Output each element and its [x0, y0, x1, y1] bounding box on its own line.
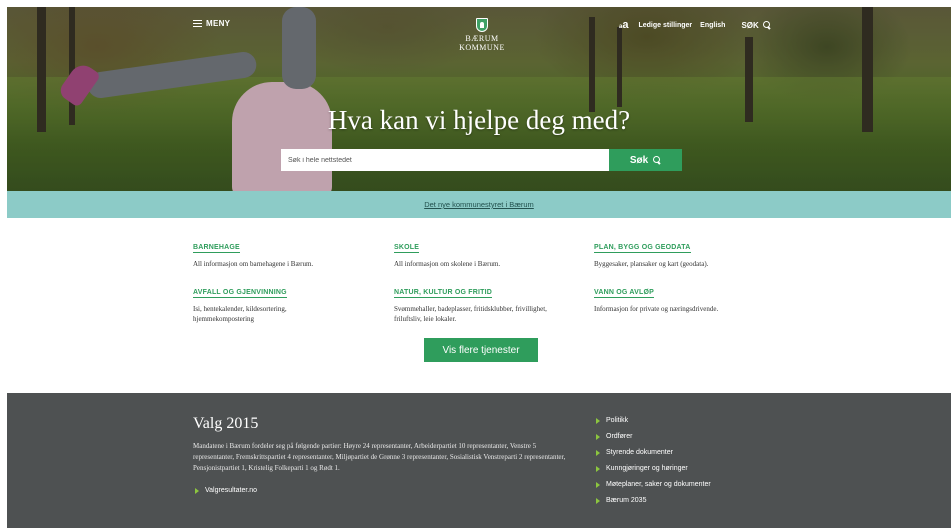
- footer-body-text: Mandatene i Bærum fordeler seg på følgen…: [193, 442, 566, 472]
- baerum-logo[interactable]: BÆRUM KOMMUNE: [452, 18, 512, 52]
- footer-link-styrende-dokumenter[interactable]: Styrende dokumenter: [596, 449, 673, 456]
- arrow-right-icon: [596, 465, 600, 472]
- footer-link-politikk[interactable]: Politikk: [596, 417, 628, 424]
- more-services-button[interactable]: Vis flere tjenester: [424, 338, 538, 362]
- footer-title: Valg 2015: [193, 415, 259, 432]
- service-link-avfall[interactable]: AVFALL OG GJENVINNING: [193, 289, 287, 298]
- footer-link-ordforer[interactable]: Ordfører: [596, 433, 632, 440]
- font-size-toggle[interactable]: aa: [619, 19, 628, 31]
- service-desc: Isi, hentekalender, kildesortering, hjem…: [193, 305, 287, 323]
- service-item: PLAN, BYGG OG GEODATA Byggesaker, plansa…: [594, 236, 764, 269]
- service-desc: All informasjon om barnehagene i Bærum.: [193, 260, 314, 268]
- service-item: AVFALL OG GJENVINNING Isi, hentekalender…: [193, 281, 343, 324]
- valgresultater-link[interactable]: Valgresultater.no: [195, 487, 257, 494]
- service-item: NATUR, KULTUR OG FRITID Svømmehaller, ba…: [394, 281, 554, 324]
- arrow-right-icon: [596, 433, 600, 440]
- hero-headline: Hva kan vi hjelpe deg med?: [327, 105, 631, 135]
- header-search-label: SØK: [741, 20, 759, 30]
- arrow-right-icon: [195, 487, 199, 494]
- hamburger-icon: [193, 20, 202, 27]
- logo-text-line2: KOMMUNE: [459, 43, 505, 52]
- nav-english[interactable]: English: [700, 22, 725, 29]
- search-button-label: Søk: [629, 154, 649, 166]
- footer-link-label: Kunngjøringer og høringer: [606, 465, 688, 472]
- footer-link-label: Politikk: [606, 417, 629, 424]
- arrow-right-icon: [596, 417, 600, 424]
- utility-nav: aa Ledige stillinger English SØK: [619, 19, 771, 31]
- logo-text-line1: BÆRUM: [465, 34, 499, 43]
- search-icon: [762, 21, 771, 29]
- service-item: VANN OG AVLØP Informasjon for private og…: [594, 281, 764, 314]
- valgresultater-label: Valgresultater.no: [205, 487, 258, 494]
- service-item: SKOLE All informasjon om skolene i Bærum…: [394, 236, 564, 269]
- service-link-vann-avlop[interactable]: VANN OG AVLØP: [594, 289, 655, 298]
- service-link-skole[interactable]: SKOLE: [394, 244, 420, 253]
- footer-link-baerum-2035[interactable]: Bærum 2035: [596, 497, 646, 504]
- service-desc: Byggesaker, plansaker og kart (geodata).: [594, 260, 709, 268]
- service-desc: Informasjon for private og næringsdriven…: [594, 305, 719, 313]
- service-desc: Svømmehaller, badeplasser, fritidsklubbe…: [394, 305, 547, 323]
- service-link-plan-bygg[interactable]: PLAN, BYGG OG GEODATA: [594, 244, 691, 253]
- footer-link-moteplaner[interactable]: Møteplaner, saker og dokumenter: [596, 481, 711, 488]
- footer-link-label: Bærum 2035: [606, 497, 647, 504]
- coat-of-arms-icon: [476, 18, 488, 32]
- announcement-banner: Det nye kommunestyret i Bærum: [7, 191, 951, 218]
- footer-link-label: Styrende dokumenter: [606, 449, 673, 456]
- service-link-natur-kultur[interactable]: NATUR, KULTUR OG FRITID: [394, 289, 493, 298]
- arrow-right-icon: [596, 497, 600, 504]
- arrow-right-icon: [596, 449, 600, 456]
- footer-link-label: Ordfører: [606, 433, 633, 440]
- service-desc: All informasjon om skolene i Bærum.: [394, 260, 501, 268]
- arrow-right-icon: [596, 481, 600, 488]
- search-submit-button[interactable]: Søk: [609, 149, 682, 171]
- footer-section: Valg 2015 Mandatene i Bærum fordeler seg…: [7, 393, 951, 528]
- menu-button[interactable]: MENY: [193, 19, 230, 28]
- service-item: BARNEHAGE All informasjon om barnehagene…: [193, 236, 363, 269]
- banner-link[interactable]: Det nye kommunestyret i Bærum: [424, 200, 534, 209]
- footer-link-label: Møteplaner, saker og dokumenter: [606, 481, 711, 488]
- hero-search: Søk: [281, 149, 682, 171]
- header-search-button[interactable]: SØK: [741, 21, 770, 30]
- service-link-barnehage[interactable]: BARNEHAGE: [193, 244, 240, 253]
- search-input[interactable]: [281, 149, 609, 171]
- footer-link-kunngjoringer[interactable]: Kunngjøringer og høringer: [596, 465, 688, 472]
- menu-label: MENY: [206, 19, 231, 28]
- nav-ledige-stillinger[interactable]: Ledige stillinger: [638, 22, 692, 29]
- search-icon: [653, 156, 661, 164]
